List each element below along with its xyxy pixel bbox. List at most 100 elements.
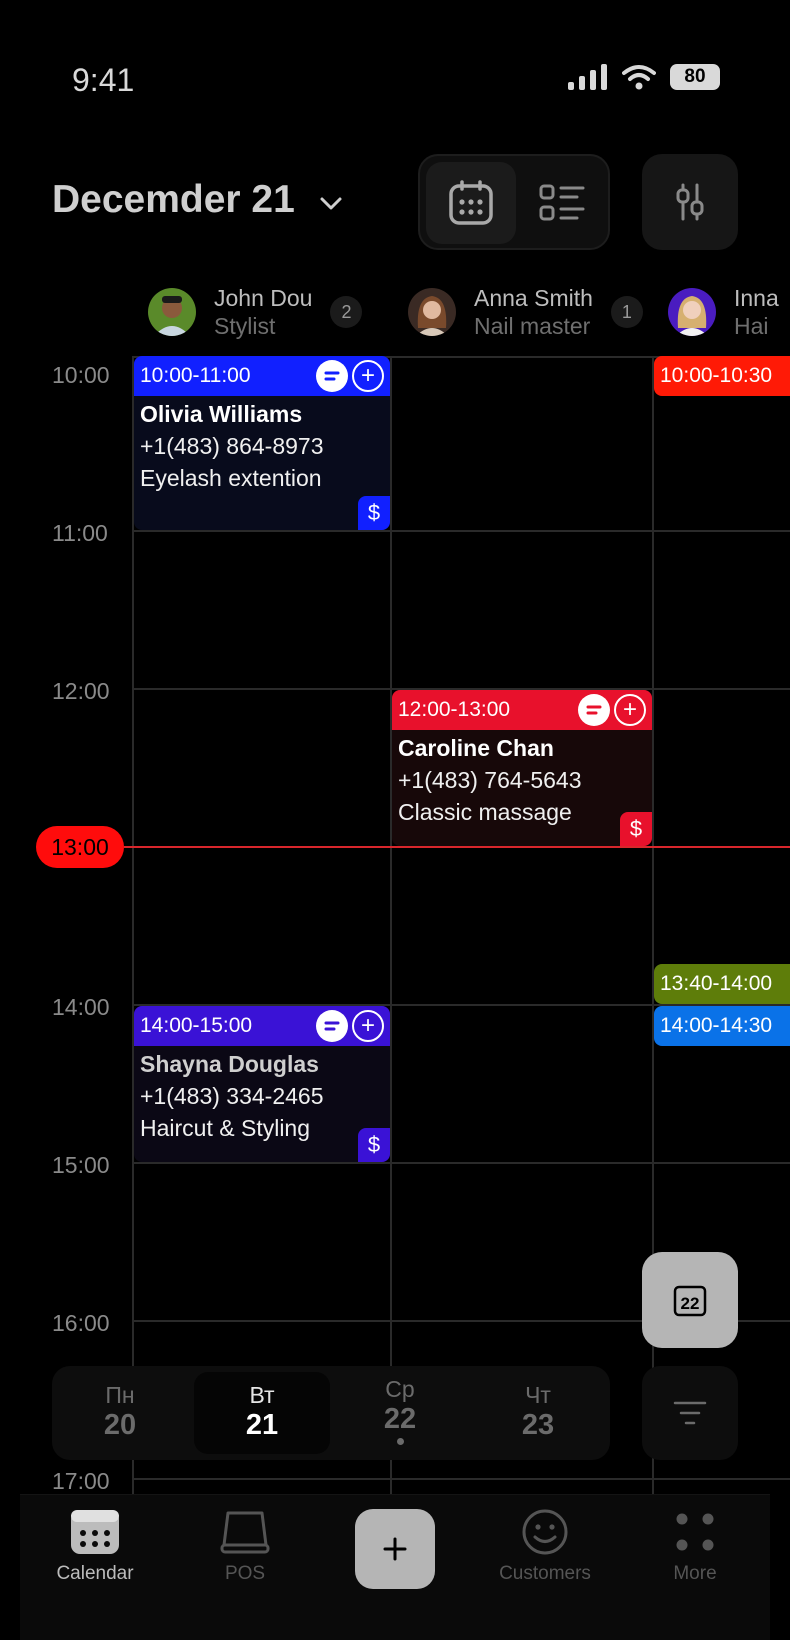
message-icon[interactable] <box>316 1010 348 1042</box>
staff-name: Anna Smith <box>474 285 593 311</box>
service-name: Haircut & Styling <box>140 1115 311 1141</box>
hour-label: 16:00 <box>52 1310 110 1336</box>
day-name: Вт <box>249 1382 275 1408</box>
add-icon[interactable]: + <box>352 1010 384 1042</box>
appointment-card[interactable]: 13:40-14:00 <box>654 964 790 1004</box>
staff-role: Nail master <box>474 313 591 339</box>
appointment-card[interactable]: 10:00-11:00 + Olivia Williams +1(483) 86… <box>134 356 390 530</box>
calendar-view-button[interactable] <box>426 162 516 244</box>
today-button[interactable]: 22 <box>642 1252 738 1348</box>
appointment-card[interactable]: 10:00-10:30 <box>654 356 790 396</box>
appointment-card[interactable]: 14:00-15:00 + Shayna Douglas +1(483) 334… <box>134 1006 390 1162</box>
message-icon[interactable] <box>578 694 610 726</box>
client-phone: +1(483) 334-2465 <box>140 1083 324 1109</box>
hour-label: 15:00 <box>52 1152 110 1178</box>
week-selector: Пн 20 Вт 21 Ср 22 Чт 23 <box>52 1366 610 1460</box>
tab-calendar[interactable]: Calendar <box>30 1509 160 1585</box>
tab-label: Calendar <box>56 1563 134 1584</box>
avatar <box>408 288 456 336</box>
event-dot <box>396 1438 404 1445</box>
pos-terminal-icon <box>220 1511 270 1554</box>
day-name: Ср <box>385 1376 415 1402</box>
settings-button[interactable] <box>642 154 738 250</box>
day-number: 21 <box>245 1409 279 1441</box>
calendar-icon <box>71 1510 119 1554</box>
column-divider <box>390 356 392 1496</box>
appointment-time: 12:00-13:00 <box>398 698 511 721</box>
wifi-icon <box>622 65 656 90</box>
week-day[interactable]: Чт 23 <box>470 1372 606 1454</box>
payment-icon[interactable]: $ <box>358 1128 390 1162</box>
tab-label: Customers <box>499 1563 591 1584</box>
week-day[interactable]: Ср 22 <box>332 1372 468 1454</box>
sliders-icon <box>676 183 704 221</box>
hour-label: 10:00 <box>52 362 110 388</box>
hour-label: 14:00 <box>52 994 110 1020</box>
day-number: 22 <box>383 1403 417 1435</box>
add-icon[interactable]: + <box>352 360 384 392</box>
client-name: Caroline Chan <box>398 735 554 761</box>
service-name: Classic massage <box>398 799 572 825</box>
appointment-count-badge: 1 <box>610 296 643 328</box>
status-time: 9:41 <box>72 62 135 98</box>
current-time-line <box>124 846 790 848</box>
app-screen: 9:41 80 Decemder 21 John Dou Stylist 2 A… <box>0 0 790 1640</box>
client-phone: +1(483) 764-5643 <box>398 767 582 793</box>
filter-button[interactable] <box>642 1366 738 1460</box>
avatar <box>668 288 716 336</box>
appointment-time: 14:00-15:00 <box>140 1014 253 1037</box>
client-phone: +1(483) 864-8973 <box>140 433 324 459</box>
staff-role: Hai <box>734 313 769 339</box>
client-name: Shayna Douglas <box>140 1051 319 1077</box>
more-dots-icon <box>676 1513 714 1551</box>
service-name: Eyelash extention <box>140 465 322 491</box>
filter-icon <box>673 1401 707 1425</box>
day-number: 23 <box>521 1409 555 1441</box>
hour-label: 12:00 <box>52 678 110 704</box>
client-name: Olivia Williams <box>140 401 303 427</box>
chevron-down-icon[interactable] <box>318 190 344 216</box>
message-icon[interactable] <box>316 360 348 392</box>
staff-column-header[interactable]: Anna Smith Nail master 1 <box>408 284 643 340</box>
week-day[interactable]: Пн 20 <box>52 1372 188 1454</box>
today-day-number: 22 <box>681 1294 700 1313</box>
staff-column-header[interactable]: John Dou Stylist 2 <box>148 284 363 340</box>
appointment-card[interactable]: 12:00-13:00 + Caroline Chan +1(483) 764-… <box>392 690 652 846</box>
list-view-button[interactable] <box>518 162 608 244</box>
smiley-icon <box>522 1509 568 1555</box>
payment-icon[interactable]: $ <box>620 812 652 846</box>
staff-name: John Dou <box>214 285 313 311</box>
payment-icon[interactable]: $ <box>358 496 390 530</box>
tab-customers[interactable]: Customers <box>480 1509 610 1585</box>
status-icons: 80 <box>568 64 720 90</box>
appointment-time: 10:00-11:00 <box>140 364 251 387</box>
hour-label: 11:00 <box>52 520 108 546</box>
battery-indicator: 80 <box>670 64 720 90</box>
current-time-badge: 13:00 <box>36 826 124 868</box>
tab-label: More <box>673 1563 717 1584</box>
day-name: Пн <box>105 1382 135 1408</box>
appointment-count-badge: 2 <box>330 296 363 328</box>
add-icon[interactable]: + <box>614 694 646 726</box>
plus-icon <box>383 1537 407 1561</box>
staff-role: Stylist <box>214 313 276 339</box>
staff-column-header[interactable]: Inna Hai <box>668 284 779 340</box>
avatar <box>148 288 196 336</box>
tab-more[interactable]: More <box>630 1509 760 1585</box>
week-day-selected[interactable]: Вт 21 <box>194 1372 330 1454</box>
column-divider <box>132 356 134 1496</box>
staff-name: Inna <box>734 285 779 311</box>
hour-line <box>132 530 790 532</box>
day-name: Чт <box>525 1382 551 1408</box>
tab-label: POS <box>224 1563 266 1584</box>
calendar-day-icon: 22 <box>673 1285 707 1317</box>
hour-label: 17:00 <box>52 1468 110 1494</box>
add-appointment-button[interactable] <box>355 1509 435 1589</box>
appointment-card[interactable]: 14:00-14:30 <box>654 1006 790 1046</box>
list-view-icon <box>539 184 585 221</box>
day-number: 20 <box>103 1409 137 1441</box>
hour-line <box>132 1478 790 1480</box>
date-title[interactable]: Decemder 21 <box>52 178 295 222</box>
tab-pos[interactable]: POS <box>180 1509 310 1585</box>
hour-line <box>132 1162 790 1164</box>
